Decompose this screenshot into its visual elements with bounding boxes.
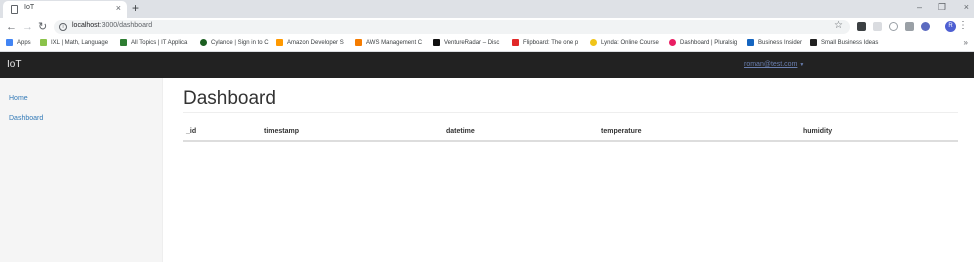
extension-icon-3[interactable] <box>889 22 898 31</box>
window-close-icon[interactable]: × <box>964 1 969 13</box>
bookmark-label: Dashboard | Pluralsig <box>680 39 738 46</box>
bookmark-item[interactable]: IXL | Math, Language <box>40 39 108 46</box>
browser-tab[interactable]: IoT × <box>3 1 127 18</box>
user-menu-toggle[interactable]: roman@test.com ▼ <box>744 61 804 68</box>
bookmark-label: AWS Management C <box>366 39 423 46</box>
restore-icon[interactable]: ❐ <box>938 1 946 13</box>
amazon-icon <box>276 39 283 46</box>
ixl-icon <box>40 39 47 46</box>
bookmark-label: Small Business Ideas <box>821 39 879 46</box>
bookmark-star-icon[interactable]: ☆ <box>834 20 843 31</box>
page-icon <box>11 5 18 14</box>
bookmarks-bar: Apps IXL | Math, Language All Topics | I… <box>0 36 974 52</box>
bookmark-label: Amazon Developer S <box>287 39 344 46</box>
minimize-icon[interactable]: – <box>917 1 922 13</box>
forward-arrow-icon[interactable]: → <box>22 20 33 34</box>
tab-title: IoT <box>24 4 35 11</box>
bookmark-label: Apps <box>17 39 31 46</box>
bookmark-item[interactable]: Dashboard | Pluralsig <box>669 39 737 46</box>
bookmark-item[interactable]: All Topics | IT Applica <box>120 39 187 46</box>
new-tab-button[interactable]: + <box>132 1 139 15</box>
pluralsight-icon <box>669 39 676 46</box>
bookmark-label: All Topics | IT Applica <box>131 39 188 46</box>
column-header-datetime: datetime <box>446 128 475 135</box>
extension-icon-1[interactable] <box>857 22 866 31</box>
profile-avatar[interactable]: R <box>945 21 956 32</box>
bookmark-item[interactable]: Cylance | Sign in to C <box>200 39 269 46</box>
bookmark-label: VentureRadar – Disc <box>444 39 500 46</box>
cylance-icon <box>200 39 207 46</box>
bookmark-label: Cylance | Sign in to C <box>211 39 269 46</box>
browser-tabstrip: IoT × + – ❐ × <box>0 0 974 18</box>
extension-icon-2[interactable] <box>873 22 882 31</box>
sidebar-item-home[interactable]: Home <box>9 95 28 102</box>
aws-icon <box>355 39 362 46</box>
business-insider-icon <box>747 39 754 46</box>
flipboard-icon <box>512 39 519 46</box>
column-header-timestamp: timestamp <box>264 128 300 135</box>
reload-icon[interactable]: ↻ <box>38 20 47 34</box>
apps-grid-icon <box>6 39 13 46</box>
url-text[interactable]: localhost:3000/dashboard <box>72 22 152 29</box>
topics-icon <box>120 39 127 46</box>
browser-toolbar: ← → ↻ i localhost:3000/dashboard ☆ R ⋮ <box>0 18 974 36</box>
data-table-header: _id timestamp datetime temperature humid… <box>183 127 958 142</box>
bookmark-label: IXL | Math, Language <box>51 39 109 46</box>
tab-close-icon[interactable]: × <box>116 3 121 14</box>
navbar-brand[interactable]: IoT <box>7 59 21 70</box>
app-navbar: IoT roman@test.com ▼ <box>0 52 974 78</box>
bookmark-label: Flipboard: The one p <box>523 39 579 46</box>
bookmark-label: Business Insider <box>758 39 803 46</box>
back-arrow-icon[interactable]: ← <box>6 20 17 34</box>
lynda-icon <box>590 39 597 46</box>
browser-menu-icon[interactable]: ⋮ <box>958 20 968 32</box>
sidebar-item-dashboard[interactable]: Dashboard <box>9 115 43 122</box>
caret-down-icon: ▼ <box>799 62 805 68</box>
bookmark-item[interactable]: VentureRadar – Disc <box>433 39 499 46</box>
sidebar: Home Dashboard <box>0 78 163 262</box>
user-email: roman@test.com <box>744 61 798 68</box>
address-bar[interactable]: i localhost:3000/dashboard ☆ <box>54 20 850 34</box>
title-divider <box>183 112 958 113</box>
extension-icon-5[interactable] <box>921 22 930 31</box>
bookmark-item[interactable]: AWS Management C <box>355 39 422 46</box>
small-business-icon <box>810 39 817 46</box>
bookmark-label: Lynda: Online Course <box>601 39 659 46</box>
page-title: Dashboard <box>183 88 276 109</box>
bookmark-item[interactable]: Business Insider <box>747 39 802 46</box>
bookmark-item[interactable]: Apps <box>6 39 31 46</box>
bookmark-item[interactable]: Small Business Ideas <box>810 39 878 46</box>
column-header-id: _id <box>186 128 197 135</box>
url-path: :3000/dashboard <box>99 22 153 29</box>
url-host: localhost <box>72 22 100 29</box>
site-info-icon[interactable]: i <box>59 23 67 31</box>
bookmark-item[interactable]: Lynda: Online Course <box>590 39 659 46</box>
column-header-humidity: humidity <box>803 128 833 135</box>
bookmark-item[interactable]: Flipboard: The one p <box>512 39 578 46</box>
column-header-temperature: temperature <box>601 128 642 135</box>
extension-icon-4[interactable] <box>905 22 914 31</box>
ventureradar-icon <box>433 39 440 46</box>
more-bookmarks-icon[interactable]: » <box>964 38 968 47</box>
bookmark-item[interactable]: Amazon Developer S <box>276 39 344 46</box>
